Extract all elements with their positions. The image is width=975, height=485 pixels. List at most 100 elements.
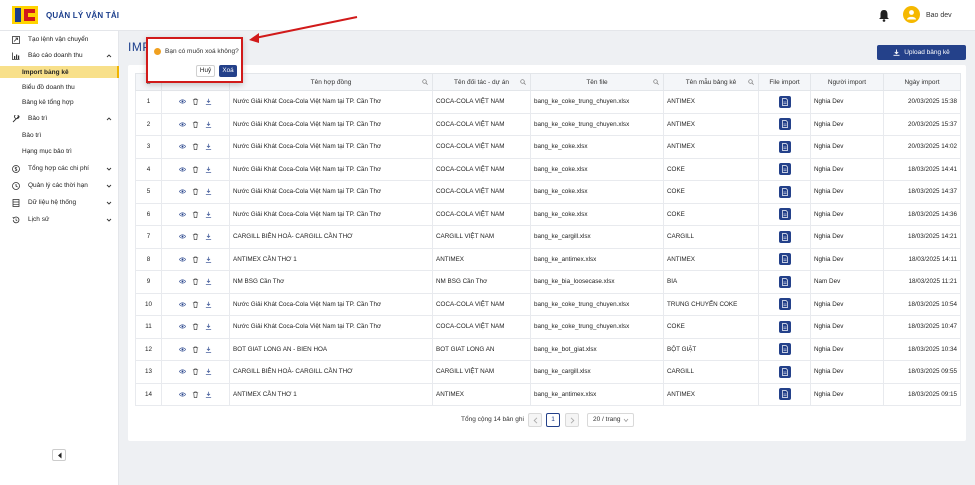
col-template[interactable]: Tên mẫu bảng kê (663, 73, 759, 91)
eye-icon[interactable] (179, 368, 186, 375)
chevron-up-icon (106, 54, 112, 58)
eye-icon[interactable] (179, 391, 186, 398)
download-icon[interactable] (205, 346, 212, 353)
table-header-row: S Tên hợp đồng Tên đối tác - dự án Tên f… (135, 73, 961, 91)
trash-icon[interactable] (192, 278, 199, 286)
file-import-button[interactable] (778, 118, 791, 131)
search-icon[interactable] (653, 79, 659, 85)
sidebar-subitem-maintenance-category[interactable]: Hạng mục bảo trì (0, 145, 119, 157)
file-import-button[interactable] (778, 388, 791, 401)
cell-template: CARGILL (663, 225, 759, 249)
eye-icon[interactable] (179, 166, 186, 173)
file-import-button[interactable] (778, 230, 791, 243)
download-icon[interactable] (205, 211, 212, 218)
search-icon[interactable] (422, 79, 428, 85)
sidebar-item-deadlines[interactable]: Quản lý các thời hạn (0, 180, 119, 192)
download-icon[interactable] (205, 391, 212, 398)
file-import-button[interactable] (778, 163, 791, 176)
file-import-button[interactable] (778, 275, 791, 288)
trash-icon[interactable] (192, 368, 199, 376)
file-import-button[interactable] (778, 95, 791, 108)
trash-icon[interactable] (192, 188, 199, 196)
sidebar-item-create-order[interactable]: Tạo lệnh vận chuyển (0, 34, 119, 46)
eye-icon[interactable] (179, 188, 186, 195)
cell-date: 20/03/2025 15:37 (883, 112, 961, 136)
sidebar-collapse-button[interactable] (52, 449, 66, 461)
sidebar-item-system-data[interactable]: Dữ liệu hệ thống (0, 197, 119, 209)
download-icon[interactable] (205, 301, 212, 308)
sidebar-item-maintenance[interactable]: Bảo trì (0, 113, 119, 125)
download-icon[interactable] (205, 188, 212, 195)
search-icon[interactable] (520, 79, 526, 85)
download-icon[interactable] (205, 233, 212, 240)
file-import-button[interactable] (778, 320, 791, 333)
trash-icon[interactable] (192, 166, 199, 173)
prev-page-button[interactable] (528, 413, 542, 427)
trash-icon[interactable] (192, 323, 199, 331)
cell-actions (161, 225, 230, 249)
sidebar-subitem-maintenance[interactable]: Bảo trì (0, 129, 119, 141)
eye-icon[interactable] (179, 98, 186, 105)
file-import-button[interactable] (778, 253, 791, 266)
confirm-delete-button[interactable]: Xoá (219, 65, 237, 77)
col-file[interactable]: Tên file (530, 73, 664, 91)
trash-icon[interactable] (192, 391, 199, 398)
col-contract[interactable]: Tên hợp đồng (229, 73, 433, 91)
app-logo[interactable] (12, 6, 38, 24)
file-import-button[interactable] (778, 185, 791, 198)
download-icon[interactable] (205, 278, 212, 285)
user-name[interactable]: Bao dev (926, 12, 952, 19)
table-row: 11 Nước Giải Khát Coca-Cola Việt Nam tại … (135, 315, 961, 339)
file-import-button[interactable] (778, 208, 791, 221)
download-icon[interactable] (205, 256, 212, 263)
page-size-select[interactable]: 20 / trang (587, 413, 634, 427)
trash-icon[interactable] (192, 233, 199, 241)
trash-icon[interactable] (192, 346, 199, 353)
download-icon[interactable] (205, 166, 212, 173)
cell-date: 18/03/2025 09:15 (883, 382, 961, 406)
cell-partner: COCA-COLA VIỆT NAM (432, 157, 531, 181)
eye-icon[interactable] (179, 256, 186, 263)
sidebar-subitem-revenue-chart[interactable]: Biểu đồ doanh thu (0, 81, 119, 93)
next-page-button[interactable] (565, 413, 579, 427)
search-icon[interactable] (748, 79, 754, 85)
eye-icon[interactable] (179, 211, 186, 218)
col-partner[interactable]: Tên đối tác - dự án (432, 73, 531, 91)
sidebar-subitem-import[interactable]: Import bảng kê (0, 66, 119, 78)
table-row: 8 ANTIMEX CẦN THƠ 1 ANTIMEX bang_ke_antimex… (135, 247, 961, 271)
trash-icon[interactable] (192, 301, 199, 308)
trash-icon[interactable] (192, 143, 199, 151)
eye-icon[interactable] (179, 278, 186, 285)
file-import-button[interactable] (778, 298, 791, 311)
download-icon[interactable] (205, 143, 212, 150)
download-icon[interactable] (205, 323, 212, 330)
trash-icon[interactable] (192, 98, 199, 106)
download-icon[interactable] (205, 121, 212, 128)
file-import-button[interactable] (778, 365, 791, 378)
sidebar-item-history[interactable]: Lịch sử (0, 214, 119, 226)
eye-icon[interactable] (179, 301, 186, 308)
file-import-button[interactable] (778, 140, 791, 153)
bell-icon[interactable] (878, 9, 890, 22)
sidebar-subitem-summary[interactable]: Bảng kê tổng hợp (0, 96, 119, 108)
eye-icon[interactable] (179, 233, 186, 240)
eye-icon[interactable] (179, 121, 186, 128)
sidebar-item-label: Tạo lệnh vận chuyển (28, 36, 89, 43)
download-icon[interactable] (205, 368, 212, 375)
trash-icon[interactable] (192, 121, 199, 128)
avatar[interactable] (903, 6, 920, 23)
eye-icon[interactable] (179, 143, 186, 150)
eye-icon[interactable] (179, 346, 186, 353)
sidebar-item-revenue-report[interactable]: Báo cáo doanh thu (0, 50, 119, 62)
download-icon[interactable] (205, 98, 212, 105)
trash-icon[interactable] (192, 211, 199, 218)
sidebar-item-costs[interactable]: Tổng hợp các chi phí (0, 163, 119, 175)
upload-button[interactable]: Upload bảng kê (877, 45, 966, 60)
cell-template: TRUNG CHUYỂN COKE (663, 292, 759, 316)
cancel-button[interactable]: Huỷ (196, 65, 215, 77)
eye-icon[interactable] (179, 323, 186, 330)
sidebar: Tạo lệnh vận chuyển Báo cáo doanh thu Im… (0, 31, 119, 485)
current-page-button[interactable]: 1 (546, 413, 560, 427)
file-import-button[interactable] (778, 343, 791, 356)
trash-icon[interactable] (192, 256, 199, 263)
